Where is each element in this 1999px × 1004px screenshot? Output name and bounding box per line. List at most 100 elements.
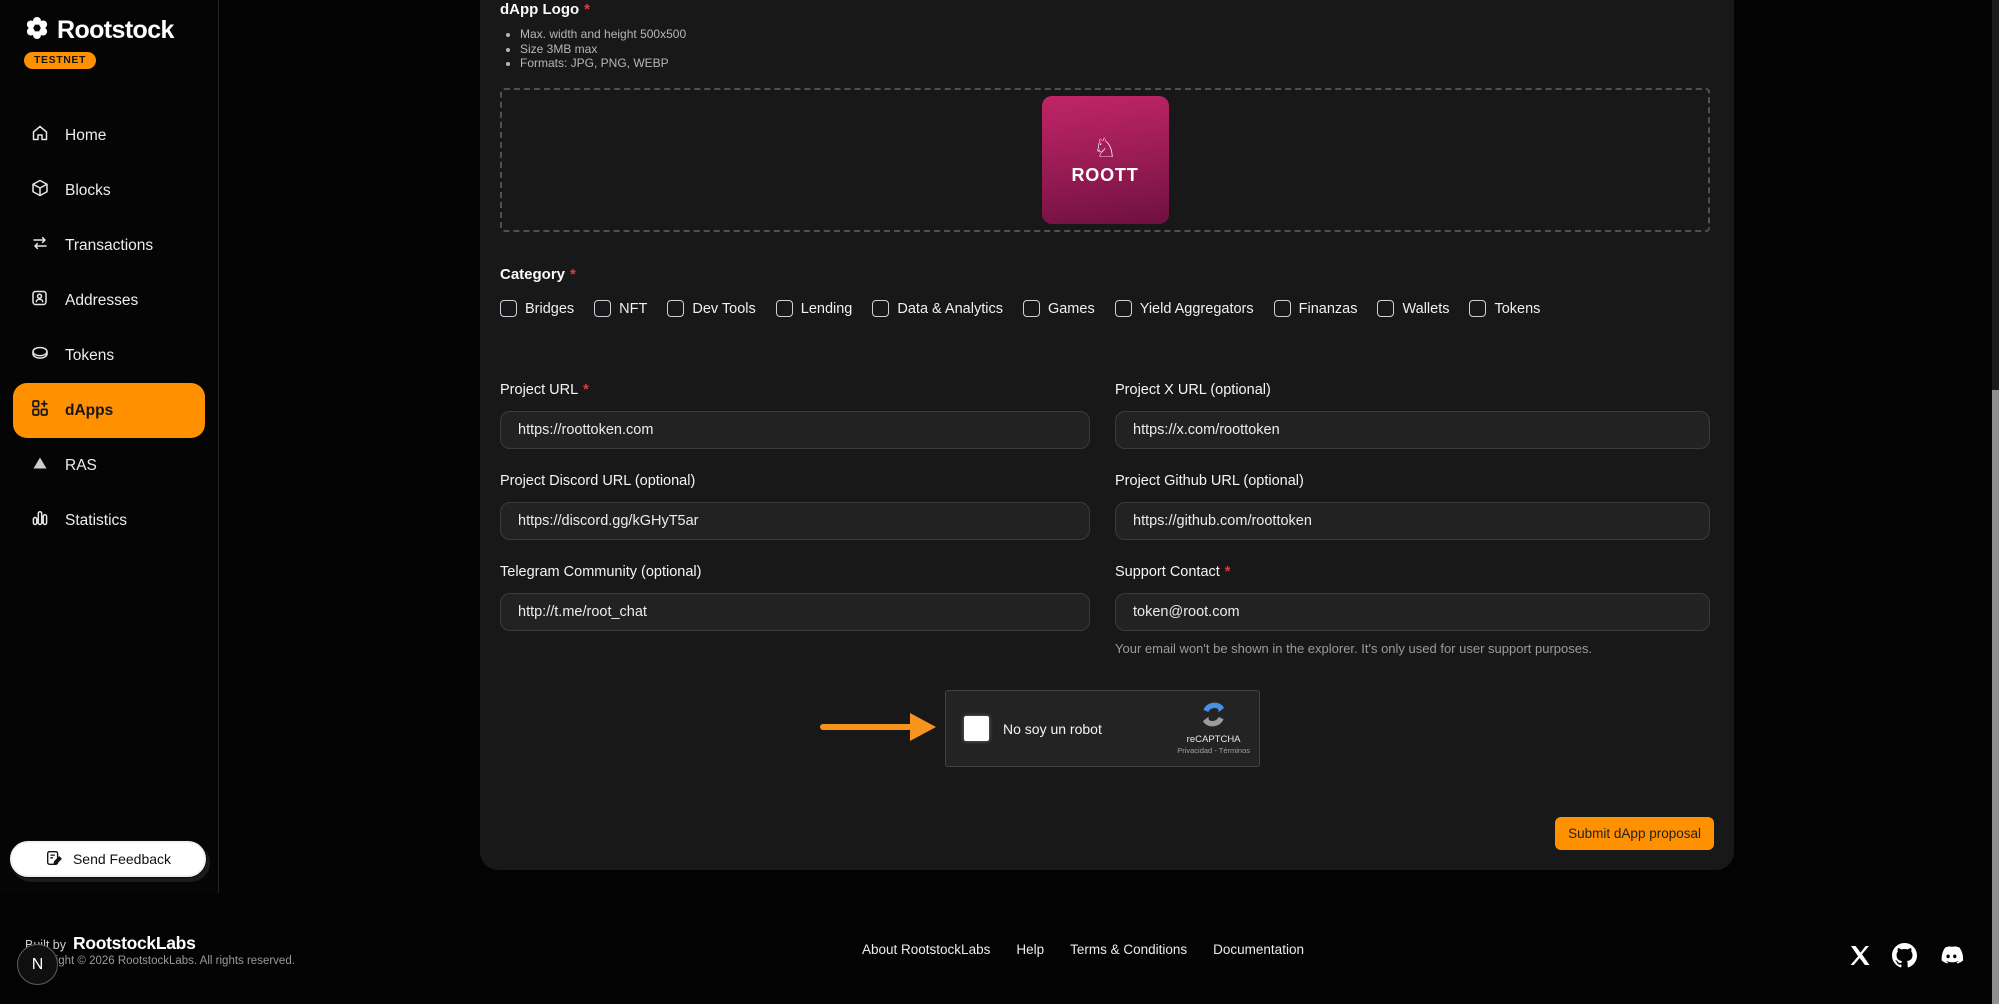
sidebar-item-label: Transactions	[65, 237, 153, 255]
notification-avatar-badge[interactable]: N	[17, 944, 58, 985]
category-option-label: Data & Analytics	[897, 301, 1003, 317]
category-option-finanzas[interactable]: Finanzas	[1274, 300, 1358, 317]
logo-upload-dropzone[interactable]: ♘ ROOTT	[500, 88, 1710, 232]
checkbox-icon[interactable]	[776, 300, 793, 317]
home-icon	[30, 123, 50, 148]
checkbox-icon[interactable]	[667, 300, 684, 317]
category-option-lending[interactable]: Lending	[776, 300, 853, 317]
footer-link-help[interactable]: Help	[1016, 942, 1044, 957]
required-asterisk: *	[584, 1, 590, 18]
category-option-label: Lending	[801, 301, 853, 317]
category-option-label: Games	[1048, 301, 1095, 317]
form-field-project-discord-url-optional: Project Discord URL (optional)	[500, 473, 1090, 540]
sidebar-item-transactions[interactable]: Transactions	[0, 218, 218, 273]
category-option-label: Wallets	[1402, 301, 1449, 317]
category-option-label: Dev Tools	[692, 301, 755, 317]
footer-link-about-rootstocklabs[interactable]: About RootstockLabs	[862, 942, 990, 957]
sidebar-item-label: Addresses	[65, 292, 138, 310]
scrollbar-thumb[interactable]	[1992, 390, 1999, 1004]
field-label: Project X URL (optional)	[1115, 382, 1710, 398]
category-option-nft[interactable]: NFT	[594, 300, 647, 317]
x-twitter-icon[interactable]	[1848, 944, 1872, 972]
category-option-games[interactable]: Games	[1023, 300, 1095, 317]
footer-link-terms-conditions[interactable]: Terms & Conditions	[1070, 942, 1187, 957]
swap-arrows-icon	[30, 233, 50, 258]
recaptcha-checkbox[interactable]	[964, 716, 989, 741]
bar-chart-icon	[30, 508, 50, 533]
copyright-text: Copyright © 2026 RootstockLabs. All righ…	[25, 955, 295, 967]
send-feedback-button[interactable]: Send Feedback	[9, 840, 207, 878]
recaptcha-branding: reCAPTCHA Privacidad - Términos	[1177, 701, 1250, 755]
sidebar-item-label: Tokens	[65, 347, 114, 365]
checkbox-icon[interactable]	[872, 300, 889, 317]
category-options: Bridges NFT Dev Tools Lending Data & Analyti…	[500, 300, 1540, 317]
sidebar-item-addresses[interactable]: Addresses	[0, 273, 218, 328]
dapp-logo-label: dApp Logo*	[500, 1, 590, 18]
contact-card-icon	[30, 288, 50, 313]
recaptcha-privacy-terms-links[interactable]: Privacidad - Términos	[1177, 746, 1250, 755]
cube-icon	[30, 178, 50, 203]
checkbox-icon[interactable]	[1469, 300, 1486, 317]
dapp-proposal-form-panel: dApp Logo* Max. width and height 500x500…	[480, 0, 1734, 870]
checkbox-icon[interactable]	[1115, 300, 1132, 317]
category-option-tokens[interactable]: Tokens	[1469, 300, 1540, 317]
category-option-wallets[interactable]: Wallets	[1377, 300, 1449, 317]
sidebar: Rootstock TESTNET Home Blocks Transactio…	[0, 0, 219, 893]
discord-icon[interactable]	[1937, 945, 1964, 971]
sidebar-item-blocks[interactable]: Blocks	[0, 163, 218, 218]
footer-link-documentation[interactable]: Documentation	[1213, 942, 1304, 957]
field-input-project-url[interactable]	[500, 411, 1090, 449]
category-label: Category*	[500, 266, 576, 283]
category-option-label: Yield Aggregators	[1140, 301, 1254, 317]
field-input-project-discord-url-optional[interactable]	[500, 502, 1090, 540]
github-icon[interactable]	[1892, 943, 1917, 973]
logo-preview-title: ROOTT	[1072, 165, 1139, 186]
field-label: Project Discord URL (optional)	[500, 473, 1090, 489]
required-asterisk: *	[583, 382, 589, 398]
sidebar-nav: Home Blocks Transactions Addresses Token…	[0, 108, 218, 548]
field-input-project-x-url-optional[interactable]	[1115, 411, 1710, 449]
category-option-data-analytics[interactable]: Data & Analytics	[872, 300, 1003, 317]
sidebar-item-label: RAS	[65, 457, 97, 475]
form-field-project-github-url-optional: Project Github URL (optional)	[1115, 473, 1710, 540]
dapps-grid-plus-icon	[30, 398, 50, 423]
logo-rules-list: Max. width and height 500x500 Size 3MB m…	[520, 27, 686, 71]
field-input-project-github-url-optional[interactable]	[1115, 502, 1710, 540]
form-field-project-url: Project URL*	[500, 382, 1090, 449]
coin-icon	[30, 343, 50, 368]
annotation-arrow	[820, 724, 912, 730]
footer-socials	[1848, 943, 1964, 973]
sidebar-item-tokens[interactable]: Tokens	[0, 328, 218, 383]
form-field-support-contact: Support Contact*Your email won't be show…	[1115, 564, 1710, 656]
checkbox-icon[interactable]	[1274, 300, 1291, 317]
footer: Built by RootstockLabs Copyright © 2026 …	[0, 893, 1999, 1004]
recaptcha-brand-text: reCAPTCHA	[1187, 734, 1241, 746]
category-option-yield-aggregators[interactable]: Yield Aggregators	[1115, 300, 1254, 317]
rootstock-flower-icon	[24, 15, 50, 46]
category-option-label: Bridges	[525, 301, 574, 317]
checkbox-icon[interactable]	[1023, 300, 1040, 317]
category-option-bridges[interactable]: Bridges	[500, 300, 574, 317]
checkbox-icon[interactable]	[1377, 300, 1394, 317]
rootstocklabs-wordmark[interactable]: RootstockLabs	[73, 933, 196, 954]
sidebar-item-home[interactable]: Home	[0, 108, 218, 163]
submit-dapp-proposal-button[interactable]: Submit dApp proposal	[1555, 817, 1714, 850]
logo-rule: Max. width and height 500x500	[520, 27, 686, 42]
form-field-telegram-community-optional: Telegram Community (optional)	[500, 564, 1090, 656]
brand-logo[interactable]: Rootstock	[24, 15, 218, 46]
recaptcha-widget: No soy un robot reCAPTCHA Privacidad - T…	[945, 690, 1260, 767]
brand-area: Rootstock TESTNET	[0, 0, 218, 69]
category-option-label: NFT	[619, 301, 647, 317]
sidebar-item-dapps[interactable]: dApps	[13, 383, 205, 438]
category-option-dev-tools[interactable]: Dev Tools	[667, 300, 755, 317]
field-label: Telegram Community (optional)	[500, 564, 1090, 580]
field-input-telegram-community-optional[interactable]	[500, 593, 1090, 631]
brand-name: Rootstock	[57, 16, 174, 45]
sidebar-item-statistics[interactable]: Statistics	[0, 493, 218, 548]
checkbox-icon[interactable]	[594, 300, 611, 317]
sidebar-item-ras[interactable]: RAS	[0, 438, 218, 493]
sidebar-item-label: dApps	[65, 402, 113, 420]
checkbox-icon[interactable]	[500, 300, 517, 317]
annotation-arrow-head	[910, 713, 936, 741]
field-input-support-contact[interactable]	[1115, 593, 1710, 631]
